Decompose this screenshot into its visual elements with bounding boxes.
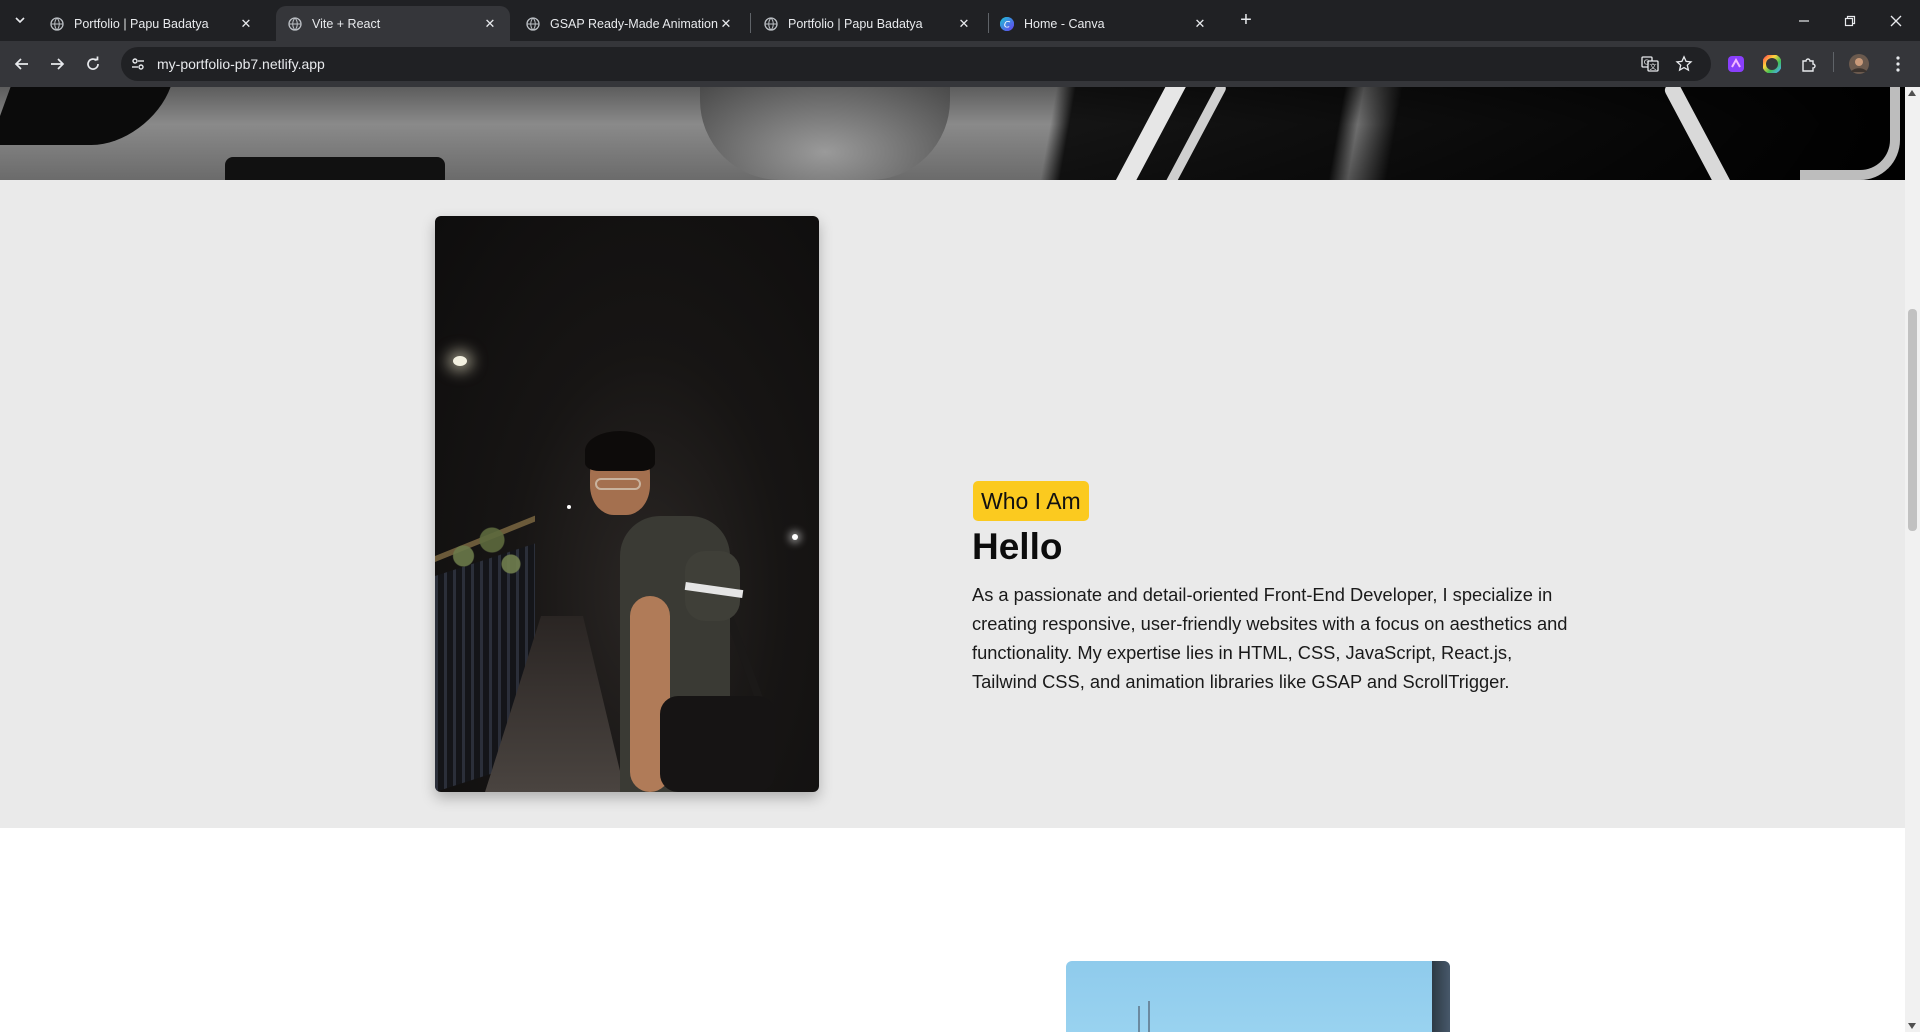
- close-tab-icon[interactable]: ✕: [718, 16, 734, 32]
- address-bar[interactable]: my-portfolio-pb7.netlify.app 文G: [121, 47, 1711, 81]
- hero-image: [0, 87, 1905, 204]
- tab-strip: Portfolio | Papu Badatya ✕ Vite + React …: [0, 0, 1920, 41]
- tab-title: Vite + React: [312, 16, 381, 31]
- site-settings-icon[interactable]: [129, 55, 147, 73]
- about-heading: Hello: [972, 526, 1063, 567]
- canva-icon: C: [1000, 16, 1014, 31]
- forward-icon[interactable]: [43, 50, 71, 78]
- profile-photo: [435, 216, 819, 792]
- close-window-icon[interactable]: [1878, 0, 1914, 41]
- next-section-photo: [1066, 961, 1450, 1032]
- tab-separator: [750, 13, 751, 33]
- svg-text:G: G: [1644, 59, 1649, 67]
- tab-canva[interactable]: C Home - Canva ✕: [988, 6, 1220, 41]
- globe-icon: [764, 16, 778, 31]
- minimize-icon[interactable]: [1786, 0, 1822, 41]
- page-scrollbar[interactable]: [1905, 87, 1920, 1032]
- browser-menu-icon[interactable]: [1887, 53, 1909, 75]
- who-i-am-badge: Who I Am: [973, 481, 1089, 521]
- about-description: As a passionate and detail-oriented Fron…: [972, 584, 1568, 692]
- globe-icon: [288, 16, 302, 31]
- browser-toolbar: my-portfolio-pb7.netlify.app 文G: [0, 41, 1920, 87]
- new-tab-button[interactable]: +: [1234, 8, 1258, 32]
- tab-vite-react[interactable]: Vite + React ✕: [276, 6, 510, 41]
- scroll-down-arrow-icon[interactable]: [1908, 1023, 1916, 1029]
- url-text[interactable]: my-portfolio-pb7.netlify.app: [157, 47, 325, 81]
- close-tab-icon[interactable]: ✕: [956, 16, 972, 32]
- tab-search-chevron-icon[interactable]: [8, 8, 32, 32]
- tab-portfolio-1[interactable]: Portfolio | Papu Badatya ✕: [38, 6, 266, 41]
- globe-icon: [50, 16, 64, 31]
- svg-text:C: C: [1004, 20, 1011, 30]
- tab-title: Home - Canva: [1024, 16, 1105, 31]
- toolbar-divider: [1833, 52, 1834, 72]
- tab-title: Portfolio | Papu Badatya: [788, 16, 923, 31]
- bookmark-star-icon[interactable]: [1675, 55, 1693, 73]
- back-icon[interactable]: [8, 50, 36, 78]
- profile-avatar-icon[interactable]: [1848, 53, 1870, 75]
- tab-title: Portfolio | Papu Badatya: [74, 16, 209, 31]
- tab-title: GSAP Ready-Made Animations: [550, 16, 718, 31]
- extension-color-wheel-icon[interactable]: [1761, 53, 1783, 75]
- about-section: Who I Am Hello As a passionate and detai…: [0, 180, 1905, 828]
- extension-purple-icon[interactable]: [1725, 53, 1747, 75]
- extensions-puzzle-icon[interactable]: [1798, 53, 1820, 75]
- next-section: [0, 828, 1905, 1032]
- restore-icon[interactable]: [1832, 0, 1868, 41]
- reload-icon[interactable]: [79, 50, 107, 78]
- close-tab-icon[interactable]: ✕: [238, 16, 254, 32]
- svg-text:文: 文: [1650, 62, 1657, 71]
- scrollbar-thumb[interactable]: [1908, 309, 1917, 531]
- scroll-up-arrow-icon[interactable]: [1908, 90, 1916, 96]
- close-tab-icon[interactable]: ✕: [1192, 16, 1208, 32]
- tab-portfolio-2[interactable]: Portfolio | Papu Badatya ✕: [752, 6, 984, 41]
- tab-gsap[interactable]: GSAP Ready-Made Animations ✕: [514, 6, 746, 41]
- translate-icon[interactable]: 文G: [1641, 55, 1659, 73]
- page-viewport: Who I Am Hello As a passionate and detai…: [0, 87, 1905, 1032]
- globe-icon: [526, 16, 540, 31]
- close-tab-icon[interactable]: ✕: [482, 16, 498, 32]
